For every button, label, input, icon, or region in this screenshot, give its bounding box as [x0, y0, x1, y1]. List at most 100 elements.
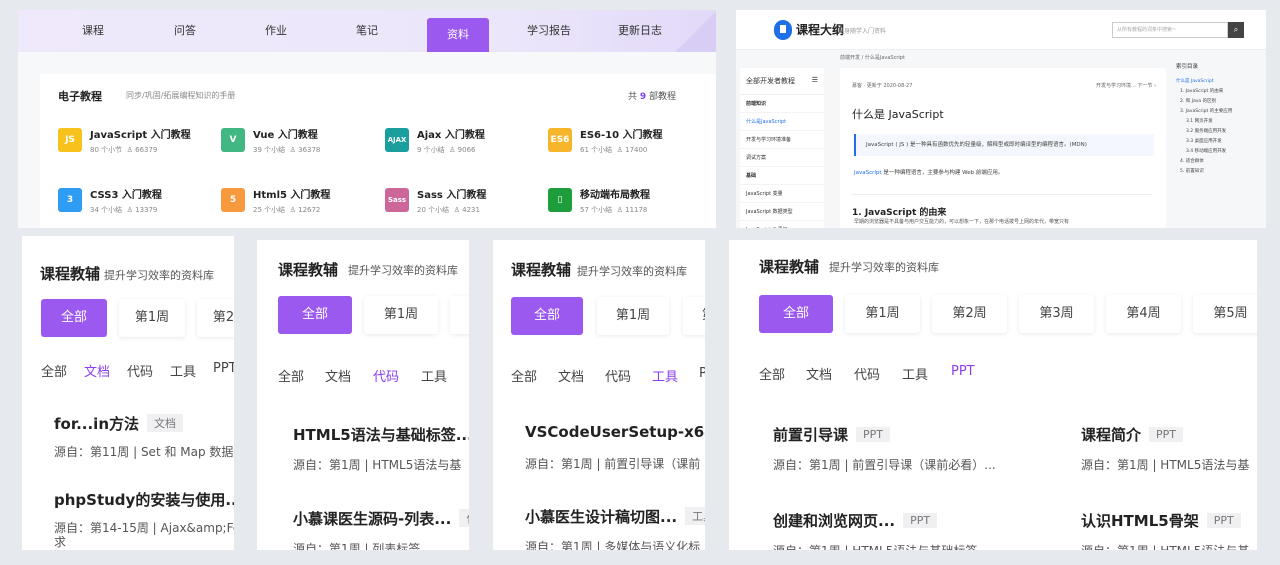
doc-link[interactable]: JavaScript: [854, 170, 882, 176]
filter-tools[interactable]: 工具: [652, 366, 678, 385]
course-item[interactable]: Sass Sass 入门教程 20 个小结 ♙ 4231: [385, 186, 545, 222]
resource-tag: PPT: [856, 427, 891, 442]
resource-source: 源自：第1周 | HTML5语法与基础标签: [773, 542, 977, 550]
week-2-button[interactable]: 第2周: [932, 295, 1007, 333]
tutor-panel-tools: 课程教辅 提升学习效率的资料库 全部 第1周 第2周 全部 文档 代码 工具 P…: [493, 240, 705, 550]
filter-ppt[interactable]: PPT: [699, 366, 705, 381]
resource-tag: 代: [459, 509, 469, 527]
week-all-button[interactable]: 全部: [511, 297, 583, 335]
tab-changelog[interactable]: 更新日志: [609, 10, 671, 52]
filter-docs[interactable]: 文档: [806, 364, 832, 383]
breadcrumb[interactable]: 前端开发 / 什么是JavaScript: [840, 54, 905, 61]
user-icon: ♙: [289, 146, 296, 154]
sidebar-item[interactable]: JavaScript if 语句: [740, 221, 824, 228]
toc-item[interactable]: 什么是 JavaScript: [1176, 78, 1266, 84]
course-name: JavaScript 入门教程: [90, 130, 191, 141]
course-item[interactable]: AJAX Ajax 入门教程 9 个小结 ♙ 9066: [385, 126, 545, 162]
resource-tag: PPT: [1149, 427, 1184, 442]
course-item[interactable]: ▯ 移动端布局教程 57 个小结 ♙ 11178: [548, 186, 708, 222]
tab-course[interactable]: 课程: [62, 10, 124, 52]
filter-all[interactable]: 全部: [511, 366, 537, 385]
resource-title[interactable]: for...in方法 文档: [54, 413, 184, 434]
tab-qa[interactable]: 问答: [154, 10, 216, 52]
filter-tools[interactable]: 工具: [421, 366, 447, 385]
menu-icon[interactable]: ☰: [812, 76, 818, 84]
week-2-button[interactable]: 第2周: [683, 297, 705, 335]
resource-title[interactable]: 课程简介 PPT: [1081, 424, 1184, 445]
filter-code[interactable]: 代码: [127, 361, 153, 380]
week-2-button[interactable]: 第2周: [450, 296, 469, 334]
filter-ppt[interactable]: PPT: [213, 361, 234, 376]
toc-item[interactable]: 4. 适合群体: [1176, 158, 1266, 164]
filter-docs[interactable]: 文档: [84, 361, 110, 380]
course-name: ES6-10 入门教程: [580, 130, 663, 141]
filter-docs[interactable]: 文档: [325, 366, 351, 385]
week-1-button[interactable]: 第1周: [364, 296, 438, 334]
tutor-panel-docs: 课程教辅 提升学习效率的资料库 全部 第1周 第2周 全部 文档 代码 工具 P…: [22, 236, 234, 550]
week-all-button[interactable]: 全部: [278, 296, 352, 334]
filter-code[interactable]: 代码: [373, 366, 399, 385]
resource-title[interactable]: 前置引导课 PPT: [773, 424, 891, 445]
sidebar-item[interactable]: 调试方案: [740, 149, 824, 167]
sidebar-item[interactable]: 开发与学习环境准备: [740, 131, 824, 149]
tutor-title: 课程教辅: [278, 261, 339, 279]
tab-notes[interactable]: 笔记: [336, 10, 398, 52]
toc-item[interactable]: 3. JavaScript 的主要应用: [1176, 108, 1266, 114]
filter-code[interactable]: 代码: [854, 364, 880, 383]
resource-title[interactable]: 创建和浏览网页... PPT: [773, 510, 938, 531]
course-item[interactable]: 5 Html5 入门教程 25 个小结 ♙ 12672: [221, 186, 381, 222]
filter-all[interactable]: 全部: [759, 364, 785, 383]
toc-item[interactable]: 2. 和 Java 的区别: [1176, 98, 1266, 104]
week-1-button[interactable]: 第1周: [119, 299, 185, 337]
course-item[interactable]: V Vue 入门教程 39 个小结 ♙ 36378: [221, 126, 381, 162]
week-2-button[interactable]: 第2周: [197, 299, 234, 337]
course-name: 移动端布局教程: [580, 190, 650, 201]
resource-title[interactable]: phpStudy的安装与使用...文: [54, 489, 234, 510]
resource-title[interactable]: 认识HTML5骨架 PPT: [1081, 510, 1241, 531]
brand-name[interactable]: 课程大纲: [796, 21, 844, 38]
course-name: CSS3 入门教程: [90, 190, 162, 201]
filter-code[interactable]: 代码: [605, 366, 631, 385]
filter-tools[interactable]: 工具: [902, 364, 928, 383]
user-icon: ♙: [453, 206, 460, 214]
tab-materials[interactable]: 资料: [427, 18, 489, 52]
tab-report[interactable]: 学习报告: [518, 10, 580, 52]
week-all-button[interactable]: 全部: [759, 295, 833, 333]
tab-homework[interactable]: 作业: [245, 10, 307, 52]
course-item[interactable]: 3 CSS3 入门教程 34 个小结 ♙ 13379: [58, 186, 218, 222]
search-icon[interactable]: ⌕: [1228, 22, 1244, 38]
week-1-button[interactable]: 第1周: [845, 295, 920, 333]
doc-content: 慕客 · 更新于 2020-08-27 开发与学习环境... 下一节 › 什么是…: [840, 68, 1166, 228]
e-tutorial-card: 电子教程 同步/巩固/拓展编程知识的手册 共 9 部教程 JS JavaScrip…: [40, 74, 716, 228]
week-4-button[interactable]: 第4周: [1106, 295, 1181, 333]
filter-docs[interactable]: 文档: [558, 366, 584, 385]
next-section-link[interactable]: 开发与学习环境... 下一节 ›: [1096, 82, 1156, 89]
resource-title[interactable]: HTML5语法与基础标签...: [293, 424, 469, 445]
toc-item[interactable]: 3.3 桌面应用开发: [1176, 138, 1266, 144]
filter-all[interactable]: 全部: [41, 361, 67, 380]
course-item[interactable]: JS JavaScript 入门教程 80 个小节 ♙ 66379: [58, 126, 218, 162]
toc-item[interactable]: 3.4 移动端应用开发: [1176, 148, 1266, 154]
resource-title[interactable]: VSCodeUserSetup-x64-...: [525, 423, 705, 441]
toc-item[interactable]: 5. 前置知识: [1176, 168, 1266, 174]
week-5-button[interactable]: 第5周: [1193, 295, 1257, 333]
sidebar-item[interactable]: 什么是JavaScript: [740, 113, 824, 131]
brand-logo-icon[interactable]: [774, 20, 792, 40]
sidebar-item[interactable]: JavaScript 数据类型: [740, 203, 824, 221]
week-all-button[interactable]: 全部: [41, 299, 107, 337]
toc-item[interactable]: 1. JavaScript 的由来: [1176, 88, 1266, 94]
week-3-button[interactable]: 第3周: [1019, 295, 1094, 333]
filter-ppt[interactable]: PPT: [951, 364, 975, 379]
resource-title[interactable]: 小慕课医生源码-列表...代: [293, 508, 469, 529]
resource-title[interactable]: 小慕医生设计稿切图...工具: [525, 506, 705, 527]
week-1-button[interactable]: 第1周: [597, 297, 669, 335]
filter-tools[interactable]: 工具: [170, 361, 196, 380]
sidebar-item[interactable]: 基础: [740, 167, 824, 185]
course-item[interactable]: ES6 ES6-10 入门教程 61 个小结 ♙ 17400: [548, 126, 708, 162]
toc-item[interactable]: 3.1 网页开发: [1176, 118, 1266, 124]
toc-item[interactable]: 3.2 服务端应用开发: [1176, 128, 1266, 134]
sidebar-item[interactable]: JavaScript 变量: [740, 185, 824, 203]
sidebar-item[interactable]: 前端知识: [740, 95, 824, 113]
filter-all[interactable]: 全部: [278, 366, 304, 385]
search-input[interactable]: 从所有教程的词条中搜索~: [1112, 22, 1228, 38]
